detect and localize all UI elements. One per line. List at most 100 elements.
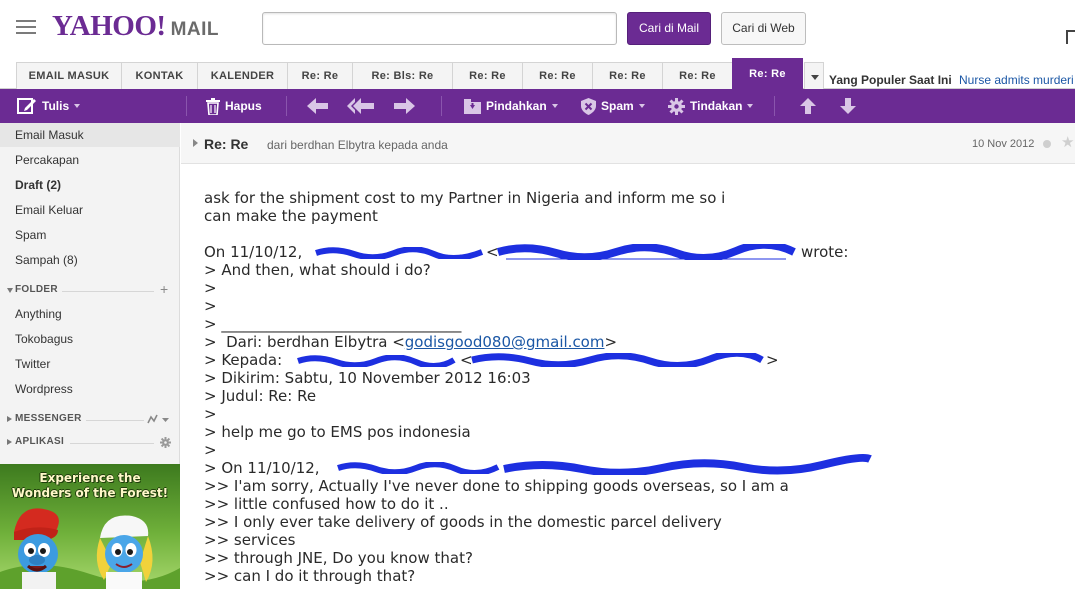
gear-icon[interactable] (160, 437, 171, 448)
sidebar-advertisement[interactable]: Experience the Wonders of the Forest! (0, 464, 180, 589)
sidebar-item-drafts[interactable]: Draft (2) (15, 178, 61, 192)
chevron-down-icon (638, 104, 645, 108)
status-icon[interactable] (147, 413, 171, 425)
search-web-button[interactable]: Cari di Web (721, 12, 806, 45)
delete-button[interactable]: Hapus (206, 89, 262, 123)
chevron-right-icon (7, 416, 12, 422)
sidebar-item-trash[interactable]: Sampah (8) (15, 253, 78, 267)
reply-all-icon (347, 98, 374, 114)
tab-message[interactable]: Re: Re (287, 62, 353, 89)
next-message-button[interactable] (840, 89, 856, 123)
body-line: > Kepada: (204, 351, 282, 369)
folder-section-label: FOLDER (15, 284, 58, 295)
sidebar-item-folder[interactable]: Twitter (15, 357, 50, 371)
sidebar-item-spam[interactable]: Spam (15, 228, 46, 242)
body-line: > (204, 297, 217, 315)
chevron-right-icon (7, 439, 12, 445)
ad-headline-line1: Experience the (39, 471, 141, 485)
logo-mail-text: MAIL (170, 19, 219, 40)
sidebar-item-sent[interactable]: Email Keluar (15, 203, 83, 217)
tab-message[interactable]: Re: Re (662, 62, 733, 89)
arrow-up-icon (800, 98, 816, 114)
trending-headline-link[interactable]: Nurse admits murderi (959, 73, 1075, 87)
redacted-scribble (503, 453, 872, 475)
tab-message-active[interactable]: Re: Re (732, 58, 803, 89)
move-button[interactable]: Pindahkan (464, 89, 558, 123)
body-line: >> services (204, 531, 296, 549)
search-mail-button[interactable]: Cari di Mail (627, 12, 711, 45)
body-line: On 11/10/12, (204, 243, 302, 261)
tab-calendar[interactable]: KALENDER (197, 62, 288, 89)
chevron-down-icon (74, 104, 81, 108)
read-status-icon[interactable] (1043, 140, 1051, 148)
toolbar-divider (286, 96, 287, 116)
message-subject: Re: Re (204, 136, 249, 152)
add-folder-icon[interactable]: + (160, 281, 168, 297)
body-text: > Dari: berdhan Elbytra < (204, 333, 405, 351)
forward-button[interactable] (393, 89, 415, 123)
trending-label: Yang Populer Saat Ini (829, 73, 952, 87)
toolbar-divider (441, 96, 442, 116)
trash-icon (206, 97, 220, 115)
tab-message[interactable]: Re: Re (522, 62, 593, 89)
gear-icon (668, 97, 685, 115)
sidebar-item-folder[interactable]: Tokobagus (15, 332, 73, 346)
apps-section-label: APLIKASI (15, 436, 65, 447)
actions-label: Tindakan (690, 99, 743, 113)
body-line: >> through JNE, Do you know that? (204, 549, 473, 567)
account-icon[interactable] (1066, 30, 1075, 44)
previous-message-button[interactable] (800, 89, 816, 123)
chevron-down-icon (747, 104, 754, 108)
chevron-right-icon[interactable] (193, 139, 198, 147)
reply-button[interactable] (307, 89, 329, 123)
tab-contacts[interactable]: KONTAK (121, 62, 198, 89)
section-divider (86, 420, 144, 421)
star-icon[interactable]: ★ (1061, 133, 1074, 151)
body-line: > (204, 279, 217, 297)
pencil-icon (17, 98, 36, 114)
search-input[interactable] (262, 12, 617, 45)
toolbar-divider (186, 96, 187, 116)
body-text: On 11/10/12, (204, 243, 303, 261)
apps-section-header[interactable]: APLIKASI (0, 436, 180, 450)
reply-icon (307, 98, 328, 114)
compose-label: Tulis (42, 99, 70, 113)
body-line: > (204, 441, 217, 459)
arrow-down-icon (840, 98, 856, 114)
section-divider (62, 291, 154, 292)
tab-message[interactable]: Re: Re (452, 62, 523, 89)
body-text: > (766, 351, 779, 369)
spam-button[interactable]: Spam (581, 89, 645, 123)
messenger-section-label: MESSENGER (15, 413, 82, 424)
tab-inbox[interactable]: EMAIL MASUK (16, 62, 122, 89)
chevron-down-icon (811, 75, 819, 80)
actions-button[interactable]: Tindakan (668, 89, 754, 123)
redacted-scribble (471, 353, 764, 367)
tab-message[interactable]: Re: Bls: Re (352, 62, 453, 89)
sidebar-item-folder[interactable]: Wordpress (15, 382, 73, 396)
sidebar-item-folder[interactable]: Anything (15, 307, 62, 321)
body-line: >> I'am sorry, Actually I've never done … (204, 477, 789, 495)
compose-button[interactable]: Tulis (17, 89, 81, 123)
tab-overflow-button[interactable] (804, 62, 824, 89)
body-line: >> I only ever take delivery of goods in… (204, 513, 722, 531)
sidebar-item-inbox[interactable]: Email Masuk (15, 128, 84, 142)
redacted-scribble (315, 247, 484, 259)
menu-icon[interactable] (16, 20, 36, 34)
body-line: ask for the shipment cost to my Partner … (204, 189, 726, 207)
email-link[interactable]: godisgood080@gmail.com (405, 333, 605, 351)
folder-section-header[interactable]: FOLDER + (0, 281, 180, 298)
redacted-scribble (297, 355, 456, 367)
messenger-section-header[interactable]: MESSENGER (0, 413, 180, 427)
spam-label: Spam (601, 99, 634, 113)
sidebar-item-conversations[interactable]: Percakapan (15, 153, 79, 167)
shield-icon (581, 97, 596, 115)
tab-message[interactable]: Re: Re (592, 62, 663, 89)
reply-all-button[interactable] (347, 89, 375, 123)
body-line: > ________________________________ (204, 315, 462, 333)
body-text: > Kepada: (204, 351, 283, 369)
body-line: > Judul: Re: Re (204, 387, 317, 405)
yahoo-mail-logo[interactable]: YAHOO! MAIL (52, 10, 219, 44)
message-header: Re: Re dari berdhan Elbytra kepada anda … (181, 123, 1075, 164)
body-line: > On 11/10/12, (204, 459, 320, 477)
